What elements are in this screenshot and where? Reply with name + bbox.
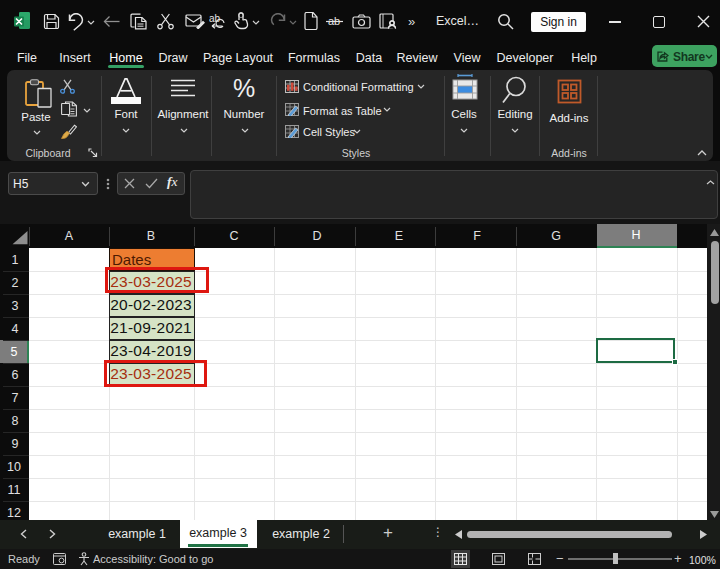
- svg-text:ab: ab: [209, 13, 221, 24]
